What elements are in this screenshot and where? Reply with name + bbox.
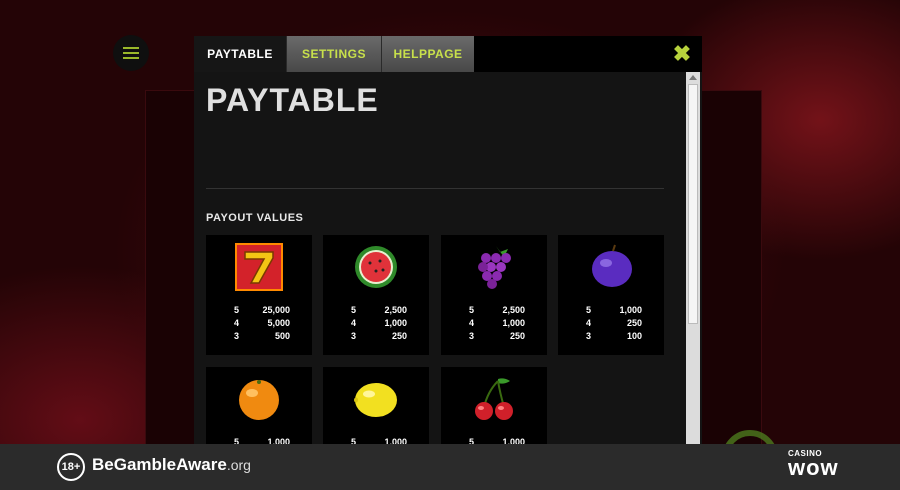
scroll-up-icon[interactable] — [689, 75, 697, 80]
paytable-modal: PAYTABLE SETTINGS HELPPAGE ✖ PAYTABLE PA… — [194, 36, 702, 474]
menu-line-icon — [123, 57, 139, 59]
responsible-gambling-bar: 18+ BeGambleAware.org CASINO wow — [0, 444, 900, 490]
payout-row: 3 250 — [469, 331, 525, 341]
symbol-card-watermelon: 5 2,500 4 1,000 3 250 — [323, 235, 429, 355]
paytable-content: PAYTABLE PAYOUT VALUES 5 25,000 4 5,000 35… — [194, 72, 686, 474]
payout-row: 5 1,000 — [586, 305, 642, 315]
payout-row: 4 5,000 — [234, 318, 290, 328]
tab-bar: PAYTABLE SETTINGS HELPPAGE ✖ — [194, 36, 702, 72]
symbol-card-grapes: 5 2,500 4 1,000 3 250 — [441, 235, 547, 355]
scroll-thumb[interactable] — [688, 84, 698, 324]
divider — [206, 188, 664, 189]
scrollbar[interactable] — [686, 72, 700, 474]
orange-icon — [239, 380, 279, 420]
seven-icon — [235, 243, 283, 291]
begambleaware-suffix: .org — [226, 457, 251, 473]
payout-row: 5 2,500 — [469, 305, 525, 315]
menu-line-icon — [123, 47, 139, 49]
close-icon[interactable]: ✖ — [670, 42, 694, 66]
tab-paytable[interactable]: PAYTABLE — [194, 36, 286, 72]
payout-row: 5 2,500 — [351, 305, 407, 315]
tab-settings[interactable]: SETTINGS — [286, 36, 381, 72]
cherries-icon — [475, 378, 513, 420]
grapes-icon — [478, 246, 511, 289]
watermelon-icon — [355, 246, 397, 288]
menu-line-icon — [123, 52, 139, 54]
page-title: PAYTABLE — [206, 82, 379, 118]
section-heading: PAYOUT VALUES — [206, 212, 304, 224]
payout-row: 4250 — [586, 318, 642, 328]
age-restriction-icon: 18+ — [57, 453, 85, 481]
payout-row: 3 500 — [234, 331, 290, 341]
payout-row: 5 25,000 — [234, 305, 290, 315]
payout-row: 4 1,000 — [469, 318, 525, 328]
plum-icon — [592, 244, 632, 287]
payout-row: 3100 — [586, 331, 642, 341]
begambleaware-logo[interactable]: BeGambleAware.org — [92, 455, 251, 475]
symbol-card-seven: 5 25,000 4 5,000 3 500 — [206, 235, 312, 355]
begambleaware-text: BeGambleAware — [92, 455, 227, 474]
symbol-card-plum: 5 1,000 4 250 3 100 — [558, 235, 664, 355]
hamburger-menu-button[interactable] — [113, 35, 149, 71]
casino-wow-logo: CASINO wow — [788, 449, 839, 480]
wow-label: wow — [788, 455, 839, 480]
tab-helppage[interactable]: HELPPAGE — [381, 36, 474, 72]
payout-row: 4 1,000 — [351, 318, 407, 328]
payout-row: 3 250 — [351, 331, 407, 341]
lemon-icon — [354, 383, 397, 417]
